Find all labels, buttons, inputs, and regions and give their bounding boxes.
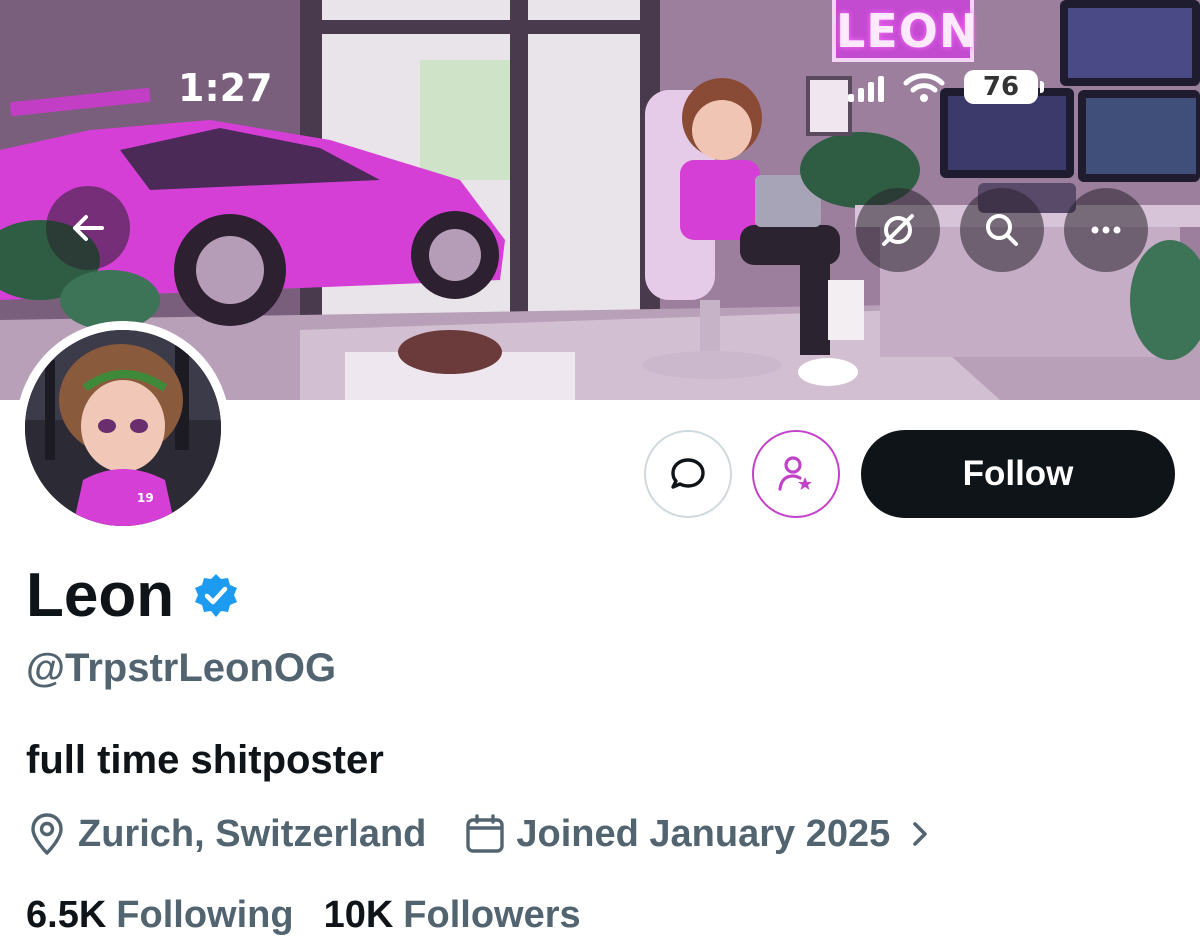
message-button[interactable] [644, 430, 732, 518]
joined-item[interactable]: Joined January 2025 [464, 813, 934, 856]
display-name: Leon [26, 561, 175, 630]
arrow-left-icon [73, 215, 104, 241]
search-icon [986, 214, 1018, 246]
followers-label[interactable]: Followers [403, 890, 580, 940]
banner-leon-sign: LEON [832, 0, 977, 62]
following-label[interactable]: Following [116, 890, 293, 940]
grok-icon [882, 214, 914, 246]
followers-count[interactable]: 10K [324, 890, 394, 940]
avatar-image: 19 [25, 330, 221, 526]
profile-meta: Zurich, Switzerland Joined January 2025 [26, 806, 934, 862]
joined-text: Joined January 2025 [516, 812, 891, 855]
follow-stats: 6.5K Following 10K Followers [26, 890, 581, 940]
status-time: 1:27 [178, 66, 273, 110]
name-row: Leon [26, 560, 240, 632]
wifi-icon [903, 73, 945, 102]
message-icon [671, 458, 705, 489]
subscribe-button[interactable] [752, 430, 840, 518]
user-handle: @TrpstrLeonOG [26, 646, 337, 690]
subscribe-icon [778, 456, 812, 491]
location-pin-icon [31, 813, 63, 855]
follow-button[interactable]: Follow [861, 430, 1175, 518]
user-bio: full time shitposter [26, 738, 384, 782]
verified-badge-icon[interactable] [192, 572, 240, 620]
location-text: Zurich, Switzerland [78, 812, 427, 855]
battery-indicator: 76 [964, 70, 1044, 104]
more-horizontal-icon [1091, 226, 1121, 234]
location-item: Zurich, Switzerland [26, 812, 426, 856]
search-button[interactable] [960, 188, 1044, 272]
following-count[interactable]: 6.5K [26, 890, 106, 940]
avatar-jersey-number: 19 [137, 491, 154, 505]
more-button[interactable] [1064, 188, 1148, 272]
profile-avatar[interactable]: 19 [16, 321, 230, 535]
grok-button[interactable] [856, 188, 940, 272]
back-button[interactable] [46, 186, 130, 270]
status-indicators: 76 [848, 70, 1044, 104]
calendar-icon [466, 814, 505, 853]
chevron-right-icon [913, 822, 928, 846]
cellular-signal-icon [848, 72, 884, 102]
